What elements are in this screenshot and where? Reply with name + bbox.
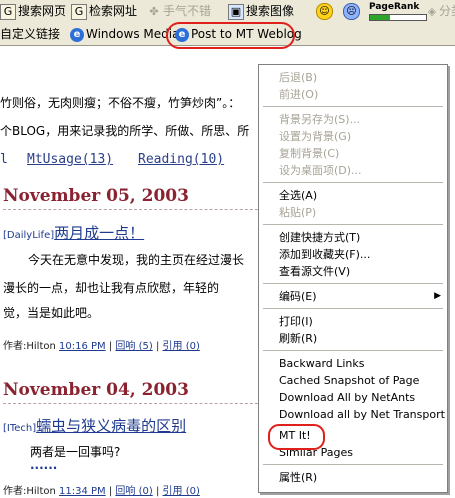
menu-item-forward[interactable]: 前进(O) [259, 86, 447, 103]
menu-separator [263, 106, 443, 107]
menu-item-set-desktop-item[interactable]: 设为桌面项(D)... [259, 162, 447, 179]
menu-separator [263, 182, 443, 183]
menu-item-encoding[interactable]: 编码(E) ▶ [259, 288, 447, 305]
vote-down-button[interactable]: ☹ [343, 3, 362, 20]
smiley-sad-icon: ☹ [343, 3, 360, 20]
post-trackback-link[interactable]: 引用 (0) [163, 341, 200, 352]
post-body-line: 觉，当是如此吧。 [3, 306, 100, 320]
category-label: 分类 [439, 4, 455, 18]
menu-item-encoding-label: 编码(E) [279, 290, 317, 303]
nav-partial-link[interactable]: l [0, 152, 8, 167]
search-url-button[interactable]: G 检索网址 [71, 3, 137, 20]
date-divider [3, 209, 273, 210]
menu-separator [263, 464, 443, 465]
pagerank-fill [370, 15, 390, 20]
image-search-label: 搜索图像 [246, 4, 295, 18]
post-author: 作者:Hilton [3, 486, 56, 497]
post-body-line: 今天在无意中发现，我的主页在经过漫长 [28, 253, 245, 267]
post-permalink[interactable]: 11:34 PM [59, 486, 106, 497]
post-title: [DailyLife]两月成一点！ [3, 222, 144, 243]
highlight-ring-post-to-mt [166, 22, 295, 49]
post-date: November 05, 2003 [3, 186, 189, 206]
post-title-link[interactable]: 两月成一点！ [54, 224, 144, 242]
menu-separator [263, 224, 443, 225]
post-title-link[interactable]: 蠕虫与狭义病毒的区别 [36, 417, 186, 435]
intro-line-1: 竹则俗，无肉则瘦；不俗不瘦，竹笋炒肉”。： [0, 96, 241, 110]
menu-item-backward-links[interactable]: Backward Links [259, 355, 447, 372]
menu-item-set-background[interactable]: 设置为背景(G) [259, 128, 447, 145]
post-date: November 04, 2003 [3, 380, 189, 400]
pagerank-meter: PageRank [369, 2, 429, 21]
meta-separator: | [108, 341, 113, 352]
nav-mtusage-link[interactable]: MtUsage(13) [27, 152, 113, 167]
lucky-button[interactable]: ✤ 手气不错 [147, 3, 211, 20]
menu-item-save-background[interactable]: 背景另存为(S)... [259, 111, 447, 128]
post-meta: 作者:Hilton 11:34 PM | 回响 (0) | 引用 (0) [3, 482, 200, 497]
post-category-link[interactable]: [DailyLife] [3, 230, 54, 241]
search-web-icon: G [0, 3, 16, 20]
post-permalink[interactable]: 10:16 PM [59, 341, 106, 352]
pagerank-label: PageRank [369, 2, 420, 12]
category-icon: ◈ [427, 4, 437, 18]
image-search-icon: ▣ [228, 3, 244, 20]
submenu-arrow-icon: ▶ [434, 291, 441, 301]
search-url-icon: G [71, 3, 87, 20]
menu-item-properties[interactable]: 属性(R) [259, 469, 447, 486]
meta-separator: | [108, 486, 113, 497]
menu-item-download-nettransport[interactable]: Download all by Net Transport [259, 406, 447, 423]
meta-separator: | [155, 486, 160, 497]
search-web-button[interactable]: G 搜索网页 [0, 3, 66, 20]
menu-separator [263, 350, 443, 351]
menu-item-download-netants[interactable]: Download All by NetAnts [259, 389, 447, 406]
menu-item-print[interactable]: 打印(I) [259, 313, 447, 330]
menu-item-view-source[interactable]: 查看源文件(V) [259, 263, 447, 280]
post-title: [ITech]蠕虫与狭义病毒的区别 [3, 415, 186, 436]
ie-page-icon: e [70, 27, 84, 42]
search-web-label: 搜索网页 [18, 4, 67, 18]
custom-links-button[interactable]: 自定义链接 [0, 26, 60, 43]
date-divider [3, 403, 273, 404]
category-button[interactable]: ◈分类 [427, 3, 455, 20]
lucky-label: 手气不错 [163, 4, 212, 18]
menu-item-cached-snapshot[interactable]: Cached Snapshot of Page [259, 372, 447, 389]
intro-line-2: 个BLOG，用来记录我的所学、所做、所思、所 [0, 124, 250, 138]
menu-separator [263, 283, 443, 284]
menu-item-refresh[interactable]: 刷新(R) [259, 330, 447, 347]
image-search-button[interactable]: ▣ 搜索图像 [228, 3, 294, 20]
clover-icon: ✤ [149, 4, 159, 18]
menu-item-select-all[interactable]: 全选(A) [259, 187, 447, 204]
post-trackback-link[interactable]: 引用 (0) [163, 486, 200, 497]
menu-item-copy-background[interactable]: 复制背景(C) [259, 145, 447, 162]
post-comments-link[interactable]: 回响 (5) [115, 341, 152, 352]
menu-item-paste[interactable]: 粘贴(P) [259, 204, 447, 221]
windows-media-link[interactable]: e Windows Media [70, 26, 179, 43]
pagerank-bar [369, 14, 427, 21]
google-toolbar: G搜索网页 G检索网址 ✤手气不错 ▣搜索图像 ☺ ☹ PageRank ◈分类 [0, 0, 455, 24]
custom-links-label: 自定义链接 [0, 27, 61, 41]
post-comments-link[interactable]: 回响 (0) [115, 486, 152, 497]
nav-reading-link[interactable]: Reading(10) [138, 152, 224, 167]
read-more-link[interactable]: ...... [30, 458, 57, 472]
smiley-happy-icon: ☺ [316, 3, 333, 20]
vote-up-button[interactable]: ☺ [316, 3, 335, 20]
menu-separator [263, 308, 443, 309]
menu-item-add-favorites[interactable]: 添加到收藏夹(F)... [259, 246, 447, 263]
menu-item-back[interactable]: 后退(B) [259, 69, 447, 86]
post-author: 作者:Hilton [3, 341, 56, 352]
post-body-line: 漫长的一点，却也让我有点欣慰，年轻的 [3, 281, 220, 295]
search-url-label: 检索网址 [89, 4, 138, 18]
menu-item-create-shortcut[interactable]: 创建快捷方式(T) [259, 229, 447, 246]
highlight-ring-mt-it [268, 424, 325, 450]
meta-separator: | [155, 341, 160, 352]
post-category-link[interactable]: [ITech] [3, 423, 36, 434]
post-meta: 作者:Hilton 10:16 PM | 回响 (5) | 引用 (0) [3, 337, 200, 352]
